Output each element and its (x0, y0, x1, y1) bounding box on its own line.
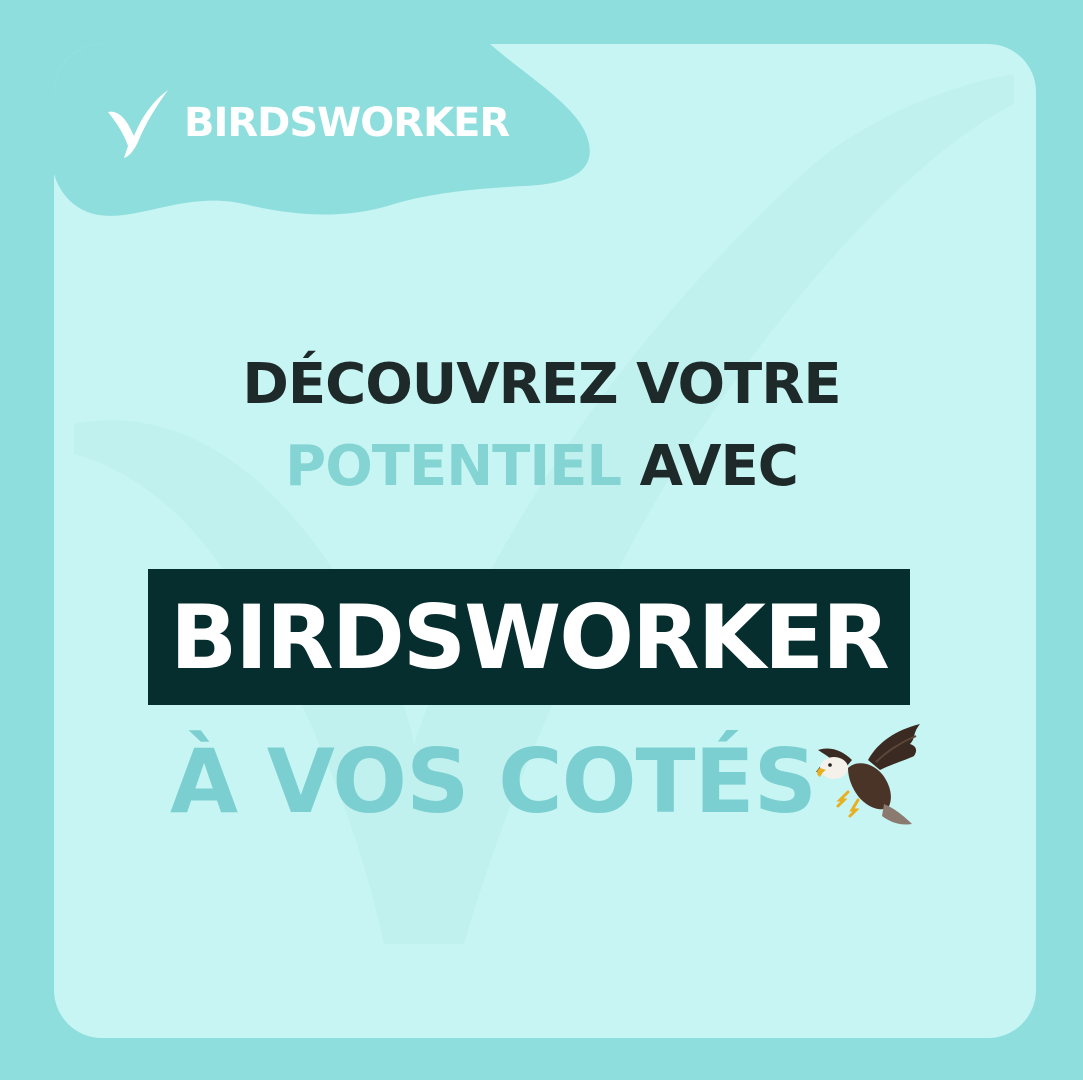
eagle-icon (816, 724, 920, 825)
content-card (54, 44, 1036, 1038)
headline-line-3: À VOS COTÉS (170, 730, 817, 833)
brand-name: BIRDSWORKER (184, 100, 510, 146)
brand-banner: BIRDSWORKER (148, 569, 910, 705)
checkmark-bird-icon (108, 90, 168, 158)
headline-accent-word: POTENTIEL (285, 434, 622, 499)
headline-dark-word: AVEC (639, 434, 799, 499)
brand-logo: BIRDSWORKER (106, 88, 510, 158)
headline-line-2: POTENTIEL AVEC (0, 434, 1083, 499)
post-frame: BIRDSWORKER DÉCOUVREZ VOTRE POTENTIEL AV… (0, 0, 1083, 1080)
banner-text: BIRDSWORKER (170, 585, 890, 689)
headline-line-1: DÉCOUVREZ VOTRE (242, 352, 841, 417)
